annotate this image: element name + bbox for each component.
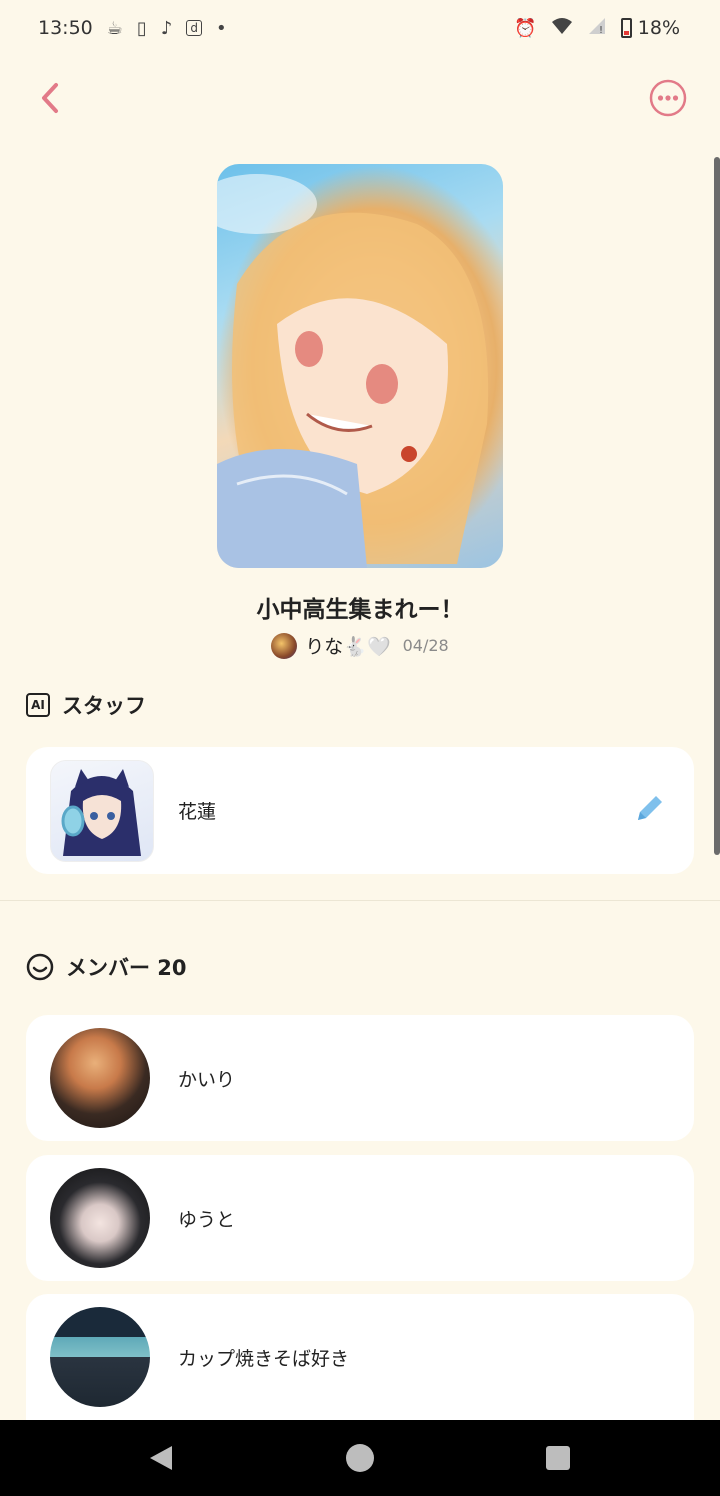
group-cover-image[interactable] xyxy=(217,164,503,568)
staff-card[interactable]: 花蓮 xyxy=(26,747,694,874)
tiktok-icon: ♪ xyxy=(160,17,173,39)
back-button[interactable] xyxy=(34,80,68,116)
staff-avatar-illustration xyxy=(61,769,141,856)
d-app-icon: d xyxy=(186,20,202,36)
status-bar: 13:50 ☕ ▯ ♪ d • ⏰ ! 18% xyxy=(0,0,720,56)
more-options-button[interactable] xyxy=(649,79,687,117)
member-name: かいり xyxy=(178,1069,236,1091)
pencil-icon xyxy=(638,796,662,820)
owner-name: りな🐇🤍 xyxy=(305,636,391,658)
staff-section-header: AI スタッフ xyxy=(26,690,146,720)
staff-section-label: スタッフ xyxy=(62,694,146,718)
owner-avatar[interactable] xyxy=(271,632,298,659)
member-card[interactable]: ゆうと xyxy=(26,1155,694,1281)
member-avatar[interactable] xyxy=(50,1168,150,1268)
owner-row[interactable]: りな🐇🤍 04/28 xyxy=(0,632,720,659)
member-name: ゆうと xyxy=(178,1209,236,1231)
battery-icon xyxy=(620,18,632,38)
ai-icon: AI xyxy=(26,693,50,717)
status-time: 13:50 xyxy=(38,17,93,39)
signal-icon: ! xyxy=(587,17,607,40)
member-avatar[interactable] xyxy=(50,1028,150,1128)
member-section-header: メンバー 20 xyxy=(26,952,187,982)
member-name: カップ焼きそば好き xyxy=(178,1348,350,1370)
member-section-label: メンバー 20 xyxy=(66,956,187,980)
battery-group: 18% xyxy=(620,17,680,39)
wifi-icon xyxy=(551,17,573,40)
chevron-left-icon xyxy=(42,83,58,113)
system-nav-bar xyxy=(0,1420,720,1496)
created-date: 04/28 xyxy=(402,636,449,655)
smile-icon xyxy=(26,953,54,981)
staff-name: 花蓮 xyxy=(178,801,217,823)
member-card[interactable]: カップ焼きそば好き xyxy=(26,1294,694,1420)
alarm-icon: ⏰ xyxy=(514,17,537,39)
circle-home-icon[interactable] xyxy=(346,1444,374,1472)
cup-icon: ☕ xyxy=(106,17,123,39)
edit-staff-button[interactable] xyxy=(634,792,666,824)
svg-text:!: ! xyxy=(599,25,603,35)
member-card[interactable]: かいり xyxy=(26,1015,694,1141)
anime-girl-illustration xyxy=(217,174,489,568)
section-divider xyxy=(0,900,720,901)
scrollbar[interactable] xyxy=(714,157,720,855)
staff-avatar[interactable] xyxy=(50,760,154,862)
triangle-back-icon[interactable] xyxy=(148,1444,174,1472)
group-title: 小中高生集まれー！ xyxy=(256,597,464,623)
battery-percent: 18% xyxy=(637,17,680,39)
status-left: 13:50 ☕ ▯ ♪ d • xyxy=(38,17,227,39)
more-horizontal-icon xyxy=(649,79,687,117)
dot-icon: • xyxy=(215,17,227,39)
status-right: ⏰ ! 18% xyxy=(514,17,680,40)
member-avatar[interactable] xyxy=(50,1307,150,1407)
vibrate-icon: ▯ xyxy=(136,17,147,39)
square-recents-icon[interactable] xyxy=(546,1446,570,1470)
